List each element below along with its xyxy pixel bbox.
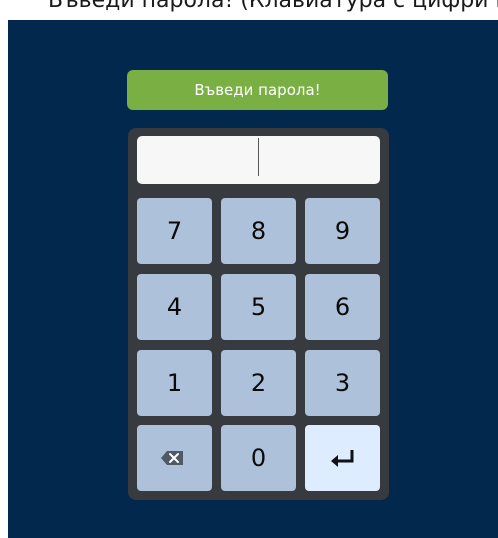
backspace-icon [161, 451, 183, 465]
key-5[interactable]: 5 [221, 274, 296, 340]
key-0[interactable]: 0 [221, 425, 296, 491]
key-3[interactable]: 3 [305, 350, 380, 416]
key-9[interactable]: 9 [305, 198, 380, 264]
backspace-button[interactable] [137, 425, 212, 491]
key-6[interactable]: 6 [305, 274, 380, 340]
clipped-header-text: Въведи парола! (Клавиатура с цифри и бут… [48, 0, 498, 13]
key-1[interactable]: 1 [137, 350, 212, 416]
password-prompt: Въведи парола! [127, 70, 388, 110]
enter-button[interactable] [305, 425, 380, 491]
enter-icon [331, 450, 354, 467]
key-8[interactable]: 8 [221, 198, 296, 264]
clipped-header: Въведи парола! (Клавиатура с цифри и бут… [0, 0, 498, 20]
key-2[interactable]: 2 [221, 350, 296, 416]
key-4[interactable]: 4 [137, 274, 212, 340]
text-caret [258, 138, 259, 176]
key-7[interactable]: 7 [137, 198, 212, 264]
